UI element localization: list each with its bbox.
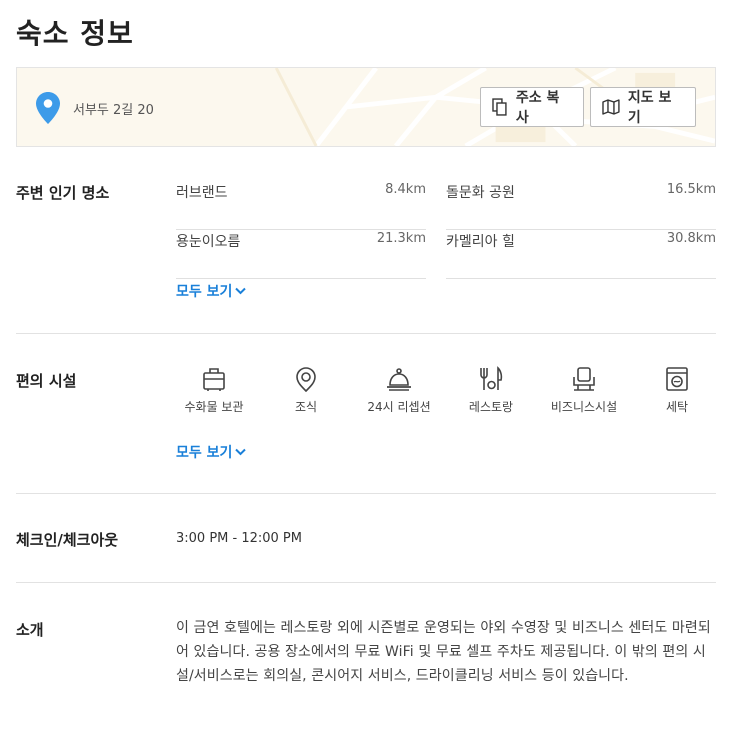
copy-address-button[interactable]: 주소 복사 [480, 87, 584, 127]
view-map-label: 지도 보기 [627, 90, 672, 126]
address-text: 서부두 2길 20 [73, 103, 154, 118]
place-name: 용눈이오름 [176, 234, 241, 250]
intro-section-label: 소개 [16, 621, 44, 639]
intro-description: 이 금연 호텔에는 레스토랑 외에 시즌별로 운영되는 야외 수영장 및 비즈니… [176, 620, 711, 684]
chevron-down-icon [235, 448, 247, 456]
view-map-button[interactable]: 지도 보기 [590, 87, 696, 127]
checkin-time-value: 3:00 PM - 12:00 PM [176, 531, 302, 546]
place-distance: 21.3km [376, 231, 426, 246]
copy-icon [492, 98, 507, 116]
amenity-label: 세탁 [665, 400, 689, 414]
restaurant-icon [480, 366, 503, 390]
business-chair-icon [573, 367, 595, 391]
nearby-view-all-link[interactable]: 모두 보기 [176, 281, 247, 301]
copy-address-label: 주소 복사 [515, 90, 560, 126]
place-distance: 8.4km [385, 182, 426, 197]
map-icon [602, 99, 620, 115]
view-all-label: 모두 보기 [176, 445, 233, 461]
view-all-label: 모두 보기 [176, 284, 233, 300]
laundry-icon [666, 367, 688, 391]
section-divider [16, 493, 716, 494]
place-name: 러브랜드 [176, 185, 228, 201]
nearby-place-item[interactable]: 용눈이오름 21.3km [176, 231, 426, 279]
nearby-section-label: 주변 인기 명소 [16, 184, 110, 202]
reception-bell-icon [387, 368, 411, 391]
breakfast-icon [296, 367, 316, 392]
place-distance: 16.5km [666, 182, 716, 197]
place-distance: 30.8km [666, 231, 716, 246]
amenities-section-label: 편의 시설 [16, 372, 77, 390]
amenities-view-all-link[interactable]: 모두 보기 [176, 442, 247, 462]
section-divider [16, 333, 716, 334]
location-pin-icon [36, 92, 60, 124]
luggage-icon [203, 368, 225, 391]
nearby-place-item[interactable]: 러브랜드 8.4km [176, 182, 426, 230]
amenity-item: 세탁 [622, 366, 732, 415]
nearby-place-item[interactable]: 돌문화 공원 16.5km [446, 182, 716, 230]
checkin-section-label: 체크인/체크아웃 [16, 531, 119, 549]
place-name: 카멜리아 힐 [446, 234, 515, 250]
address-card: 서부두 2길 20 주소 복사 지도 보기 [16, 67, 716, 147]
section-divider [16, 582, 716, 583]
nearby-place-item[interactable]: 카멜리아 힐 30.8km [446, 231, 716, 279]
page-title: 숙소 정보 [16, 17, 134, 50]
chevron-down-icon [235, 287, 247, 295]
place-name: 돌문화 공원 [446, 185, 515, 201]
